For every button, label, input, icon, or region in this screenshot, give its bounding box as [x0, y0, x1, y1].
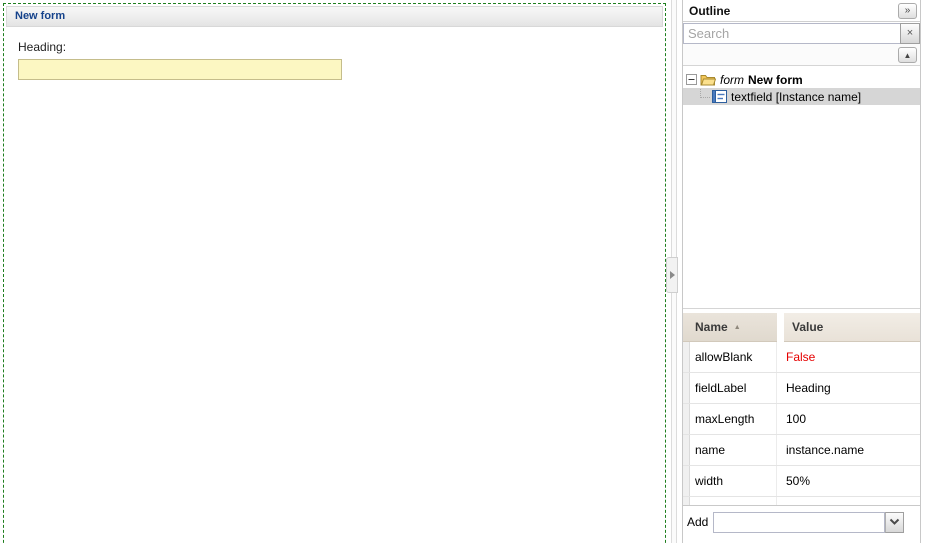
- row-gutter: [683, 466, 690, 496]
- property-grid-header: Name▲ Value: [683, 313, 920, 342]
- panel-collapse-button[interactable]: »: [898, 3, 917, 19]
- property-row-fieldlabel[interactable]: fieldLabel Heading: [683, 373, 920, 404]
- sort-ascending-icon: ▲: [734, 324, 741, 331]
- tree-node-type: form: [720, 73, 744, 87]
- property-name: maxLength: [690, 404, 777, 434]
- property-value[interactable]: 100: [777, 404, 920, 434]
- property-name: width: [690, 466, 777, 496]
- form-body: Heading:: [4, 29, 665, 80]
- combo-dropdown-button[interactable]: [885, 512, 904, 533]
- outline-tree: form New form textfield [Instance name]: [683, 66, 920, 309]
- property-value[interactable]: False: [777, 342, 920, 372]
- splitter-collapse-handle[interactable]: [666, 257, 678, 293]
- property-name: [690, 497, 777, 505]
- add-property-input[interactable]: [713, 512, 885, 533]
- form-design-canvas[interactable]: New form Heading:: [3, 3, 666, 543]
- column-header-gap: [777, 313, 784, 342]
- property-value[interactable]: Heading: [777, 373, 920, 403]
- row-gutter: [683, 435, 690, 465]
- textfield-icon: [712, 90, 727, 103]
- outline-panel-header: Outline »: [683, 0, 920, 22]
- add-property-row: Add: [683, 506, 920, 533]
- search-clear-button[interactable]: ×: [900, 23, 920, 44]
- search-row: ×: [683, 22, 920, 44]
- search-input[interactable]: [683, 23, 900, 44]
- row-gutter: [683, 342, 690, 372]
- row-gutter: [683, 404, 690, 434]
- tree-elbow-connector: [700, 89, 710, 98]
- property-name: name: [690, 435, 777, 465]
- collapse-arrow-icon: [670, 271, 675, 279]
- property-row-name[interactable]: name instance.name: [683, 435, 920, 466]
- property-name: allowBlank: [690, 342, 777, 372]
- tree-toolbar: ▲: [683, 44, 920, 66]
- form-title: New form: [15, 10, 65, 22]
- outline-title: Outline: [689, 4, 730, 18]
- property-name: fieldLabel: [690, 373, 777, 403]
- property-value: [777, 497, 920, 505]
- outline-panel: Outline » × ▲ form New form: [682, 0, 921, 543]
- property-row-empty: [683, 497, 920, 506]
- add-property-combo[interactable]: [713, 512, 904, 533]
- chevron-down-icon: [889, 518, 900, 526]
- folder-open-icon: [700, 73, 716, 86]
- property-value[interactable]: instance.name: [777, 435, 920, 465]
- heading-text-input[interactable]: [18, 59, 342, 80]
- field-label: Heading:: [18, 40, 665, 54]
- property-row-maxlength[interactable]: maxLength 100: [683, 404, 920, 435]
- tree-expander-minus-icon[interactable]: [686, 74, 697, 85]
- collapse-all-button[interactable]: ▲: [898, 47, 917, 63]
- form-panel-header[interactable]: New form: [6, 6, 663, 27]
- property-row-allowblank[interactable]: allowBlank False: [683, 342, 920, 373]
- tree-node-label: textfield [Instance name]: [731, 90, 861, 104]
- property-value[interactable]: 50%: [777, 466, 920, 496]
- app-window: New form Heading: Outline » × ▲: [0, 0, 933, 543]
- column-header-value[interactable]: Value: [784, 313, 920, 342]
- tree-node-label: New form: [748, 73, 803, 87]
- row-gutter: [683, 373, 690, 403]
- property-row-width[interactable]: width 50%: [683, 466, 920, 497]
- column-header-name[interactable]: Name▲: [683, 313, 777, 342]
- tree-node-textfield[interactable]: textfield [Instance name]: [683, 88, 920, 105]
- add-label: Add: [687, 515, 708, 529]
- row-gutter: [683, 497, 690, 505]
- property-grid-rows: allowBlank False fieldLabel Heading maxL…: [683, 342, 920, 506]
- tree-node-form[interactable]: form New form: [683, 71, 920, 88]
